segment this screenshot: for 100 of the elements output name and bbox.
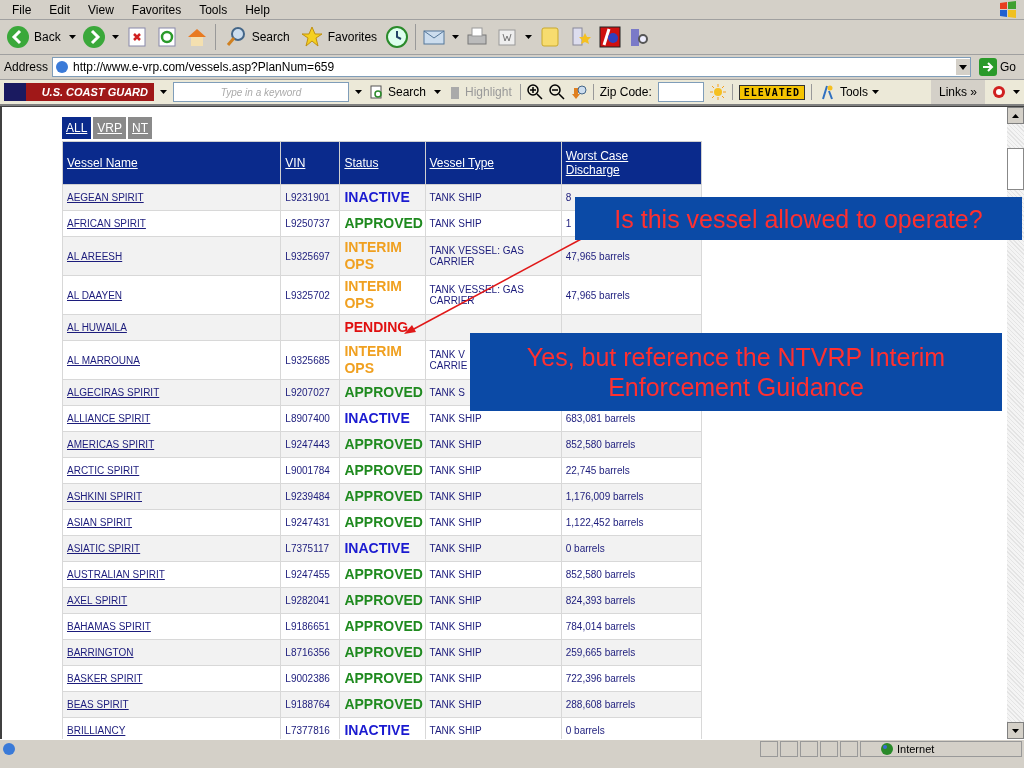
badge-icon[interactable] xyxy=(598,25,623,49)
menu-item[interactable]: Tools xyxy=(191,2,236,17)
ship-link[interactable]: BARRINGTON xyxy=(67,647,134,658)
column-sort-link[interactable]: Status xyxy=(344,156,379,170)
keyword-field[interactable]: Type in a keyword xyxy=(173,82,349,102)
menu-item[interactable]: File xyxy=(4,2,40,17)
zip-code-field[interactable] xyxy=(657,82,704,102)
discharge-text: 47,965 barrels xyxy=(565,289,630,301)
vin-text: L7377816 xyxy=(285,725,330,736)
status-text: INTERIM OPS xyxy=(344,239,403,273)
vin-text: L9247431 xyxy=(285,517,330,528)
dropdown-caret-icon[interactable] xyxy=(355,90,362,94)
back-icon[interactable] xyxy=(6,25,30,49)
page-icon xyxy=(55,60,70,74)
column-sort-link[interactable]: Vessel Type xyxy=(429,156,495,170)
status-panel xyxy=(760,741,778,757)
filter-tab[interactable]: ALL xyxy=(62,117,92,139)
ship-link[interactable]: AL DAAYEN xyxy=(67,289,123,301)
search-page-icon xyxy=(370,85,384,99)
coast-guard-brand[interactable]: U.S. COAST GUARD xyxy=(4,83,154,101)
column-sort-link[interactable]: Vessel Name xyxy=(67,156,138,170)
vessel-type-text: TANK VESSEL: GAS CARRIER xyxy=(429,245,524,267)
menu-item[interactable]: Edit xyxy=(41,2,79,17)
vessel-type-text: TANK S xyxy=(429,387,465,398)
discharge-text: 1 xyxy=(565,218,572,229)
scroll-up-button[interactable] xyxy=(1007,107,1024,124)
address-label: Address xyxy=(4,60,49,74)
status-panel xyxy=(820,741,838,757)
forward-icon[interactable] xyxy=(81,25,106,49)
favorites-button[interactable]: Favorites xyxy=(297,25,380,49)
vessel-type-text: TANK SHIP xyxy=(429,621,482,632)
column-sort-link[interactable]: VIN xyxy=(285,156,306,170)
history-icon[interactable] xyxy=(385,25,410,49)
search-button[interactable]: Search xyxy=(221,25,292,49)
discharge-text: 1,176,009 barrels xyxy=(565,491,644,502)
vin-text: L9282041 xyxy=(285,595,330,606)
menu-item[interactable]: View xyxy=(80,2,122,17)
vin-text: L9239484 xyxy=(285,491,330,502)
discharge-text: 722,396 barrels xyxy=(565,673,636,684)
address-field[interactable]: http://www.e-vrp.com/vessels.asp?PlanNum=659 xyxy=(52,57,971,77)
status-text: PENDING xyxy=(344,319,409,336)
ship-link[interactable]: AL HUWAILA xyxy=(67,322,127,333)
discharge-text: 0 barrels xyxy=(565,725,605,736)
dropdown-caret-icon[interactable] xyxy=(111,35,119,39)
ship-link[interactable]: ASIATIC SPIRIT xyxy=(67,543,141,554)
links-button[interactable]: Links » xyxy=(930,80,985,104)
up-arrow-icon xyxy=(1012,113,1019,118)
ship-link[interactable]: AFRICAN SPIRIT xyxy=(67,218,146,229)
dropdown-caret-icon[interactable] xyxy=(434,90,442,94)
vin-text: L9247455 xyxy=(285,569,330,580)
status-text: INACTIVE xyxy=(344,189,410,206)
locate-icon[interactable] xyxy=(570,84,587,100)
search-button[interactable]: Search xyxy=(368,85,429,99)
ship-link[interactable]: AL AREESH xyxy=(67,250,123,262)
scroll-down-button[interactable] xyxy=(1007,722,1024,739)
vin-text: L9325685 xyxy=(285,354,330,366)
ship-link[interactable]: AEGEAN SPIRIT xyxy=(67,192,144,203)
threat-level-badge[interactable]: ELEVATED xyxy=(738,84,805,100)
vessel-type-text: TANK SHIP xyxy=(429,543,482,554)
vin-text: L9002386 xyxy=(285,673,330,684)
dropdown-caret-icon[interactable] xyxy=(871,90,879,94)
scroll-thumb[interactable] xyxy=(1007,148,1024,190)
vin-text: L9325697 xyxy=(285,250,330,262)
globe-icon xyxy=(881,743,893,755)
discharge-text: 683,081 barrels xyxy=(565,413,636,424)
ship-link[interactable]: AXEL SPIRIT xyxy=(67,595,128,606)
tools-button[interactable]: Tools xyxy=(817,84,881,100)
vessel-type-text: TANK SHIP xyxy=(429,413,482,424)
pdf-icon[interactable] xyxy=(991,84,1007,100)
go-button[interactable]: Go xyxy=(975,58,1020,76)
ship-link[interactable]: AMERICAS SPIRIT xyxy=(67,439,155,450)
ship-link[interactable]: BASKER SPIRIT xyxy=(67,673,143,684)
dropdown-caret-icon[interactable] xyxy=(160,90,167,94)
column-sort-link[interactable]: Worst Case Discharge xyxy=(565,149,646,177)
back-button[interactable]: Back xyxy=(4,25,63,49)
ship-link[interactable]: AUSTRALIAN SPIRIT xyxy=(67,569,165,580)
ship-link[interactable]: BAHAMAS SPIRIT xyxy=(67,621,151,632)
ship-link[interactable]: ARCTIC SPIRIT xyxy=(67,465,140,476)
status-text: APPROVED xyxy=(344,488,423,505)
ship-link[interactable]: ASIAN SPIRIT xyxy=(67,517,132,528)
ship-link[interactable]: ALGECIRAS SPIRIT xyxy=(67,387,160,398)
ship-link[interactable]: BRILLIANCY xyxy=(67,725,126,736)
ship-link[interactable]: ALLIANCE SPIRIT xyxy=(67,413,151,424)
windows-logo-icon xyxy=(998,0,1018,18)
status-text: APPROVED xyxy=(344,566,423,583)
dropdown-caret-icon[interactable] xyxy=(1013,90,1020,94)
menu-item[interactable]: Help xyxy=(237,2,278,17)
dropdown-caret-icon[interactable] xyxy=(452,35,460,39)
status-panel xyxy=(780,741,798,757)
dropdown-caret-icon[interactable] xyxy=(525,35,533,39)
dropdown-caret-icon[interactable] xyxy=(68,35,76,39)
discharge-text: 22,745 barrels xyxy=(565,465,630,476)
ship-link[interactable]: ASHKINI SPIRIT xyxy=(67,491,142,502)
ship-link[interactable]: AL MARROUNA xyxy=(67,354,140,366)
vessel-type-text: TANK SHIP xyxy=(429,491,482,502)
ship-link[interactable]: BEAS SPIRIT xyxy=(67,699,129,710)
zoom-out-icon[interactable] xyxy=(548,84,565,100)
status-text: INTERIM OPS xyxy=(344,278,403,312)
zoom-in-icon[interactable] xyxy=(526,84,543,100)
menu-item[interactable]: Favorites xyxy=(123,2,190,17)
